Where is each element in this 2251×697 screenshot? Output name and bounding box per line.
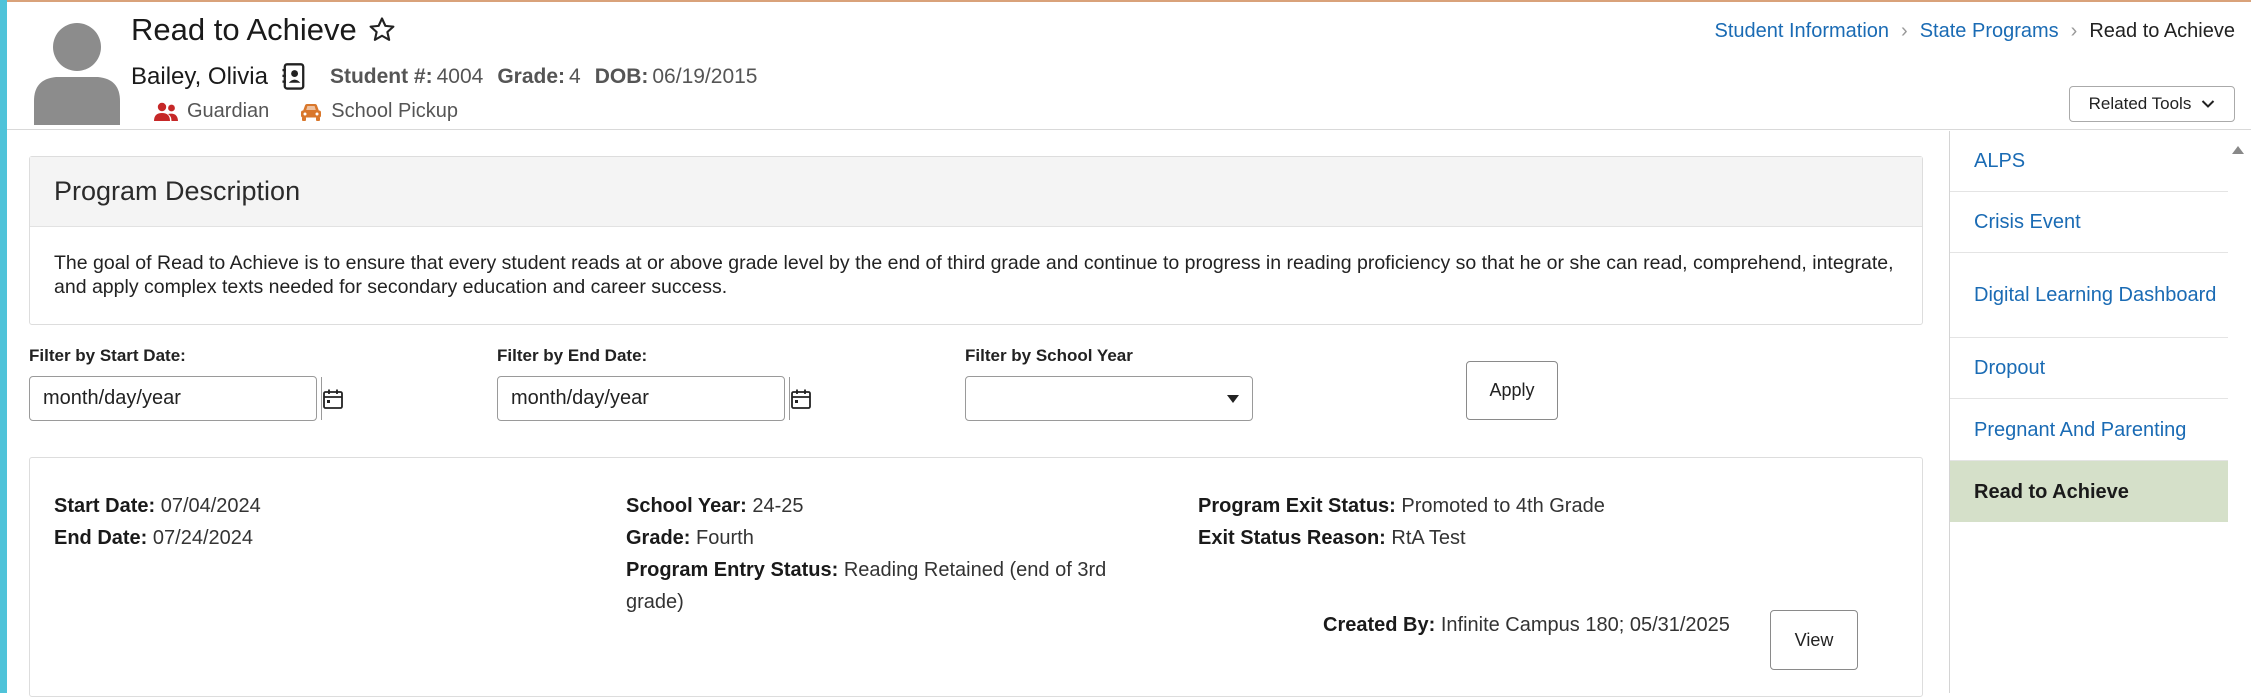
page-header: Read to Achieve Bailey, Olivia Student #… xyxy=(7,2,2251,130)
program-record-card: Start Date: 07/04/2024 End Date: 07/24/2… xyxy=(29,457,1923,697)
guardian-label: Guardian xyxy=(187,100,270,122)
student-dob: DOB: 06/19/2015 xyxy=(594,65,758,88)
school-pickup-label: School Pickup xyxy=(331,100,459,122)
school-year-select[interactable] xyxy=(965,376,1253,421)
student-links-row: Guardian School Pickup xyxy=(153,100,488,123)
start-date-calendar-button[interactable] xyxy=(321,377,344,420)
student-info-row: Bailey, Olivia Student #: 4004 Grade: 4 DO… xyxy=(131,62,757,92)
guardian-link[interactable]: Guardian xyxy=(153,100,269,123)
calendar-icon xyxy=(791,389,811,409)
related-tools-label: Related Tools xyxy=(2088,94,2192,113)
related-tools-button[interactable]: Related Tools xyxy=(2069,86,2235,122)
left-accent-bar xyxy=(0,0,7,693)
program-description-panel: Program Description The goal of Read to … xyxy=(29,156,1923,325)
main-content: Program Description The goal of Read to … xyxy=(7,131,1949,697)
sidebar-item-crisis-event[interactable]: Crisis Event xyxy=(1950,192,2228,253)
sidebar-item-dropout[interactable]: Dropout xyxy=(1950,338,2228,399)
record-school-year: School Year: 24-25 xyxy=(626,495,804,517)
view-button[interactable]: View xyxy=(1770,610,1858,670)
start-date-label: Filter by Start Date: xyxy=(29,346,186,365)
school-pickup-link[interactable]: School Pickup xyxy=(299,100,458,123)
end-date-label: Filter by End Date: xyxy=(497,346,648,365)
breadcrumb: Student Information › State Programs › R… xyxy=(1714,20,2235,43)
end-date-calendar-button[interactable] xyxy=(789,377,812,420)
record-program-column: School Year: 24-25 Grade: Fourth Program… xyxy=(626,490,1146,618)
school-year-label: Filter by School Year xyxy=(965,346,1133,365)
start-date-filter: Filter by Start Date: xyxy=(29,346,343,421)
record-dates-column: Start Date: 07/04/2024 End Date: 07/24/2… xyxy=(54,490,261,554)
start-date-input[interactable] xyxy=(30,377,321,420)
program-description-body: The goal of Read to Achieve is to ensure… xyxy=(54,252,1894,298)
student-name: Bailey, Olivia xyxy=(131,63,268,90)
student-number: Student #: 4004 xyxy=(329,65,484,88)
guardian-icon xyxy=(154,102,178,121)
breadcrumb-student-information[interactable]: Student Information xyxy=(1714,20,1889,43)
car-icon xyxy=(301,103,322,121)
breadcrumb-chevron-icon: › xyxy=(2070,20,2078,42)
page-title: Read to Achieve xyxy=(131,12,357,47)
sidebar-item-digital-learning-dashboard[interactable]: Digital Learning Dashboard xyxy=(1950,253,2228,338)
breadcrumb-current: Read to Achieve xyxy=(2089,20,2235,42)
sidebar-item-pregnant-and-parenting[interactable]: Pregnant And Parenting xyxy=(1950,399,2228,461)
record-start-date: Start Date: 07/04/2024 xyxy=(54,495,261,517)
start-date-box xyxy=(29,376,343,421)
record-grade: Grade: Fourth xyxy=(626,527,754,549)
student-grade: Grade: 4 xyxy=(497,65,581,88)
star-icon[interactable] xyxy=(367,15,397,45)
record-end-date: End Date: 07/24/2024 xyxy=(54,527,254,549)
title-row: Read to Achieve xyxy=(131,12,397,48)
sidebar-item-alps[interactable]: ALPS xyxy=(1950,131,2228,192)
chevron-down-icon xyxy=(2202,100,2215,108)
record-exit-reason: Exit Status Reason: RtA Test xyxy=(1198,527,1466,549)
calendar-icon xyxy=(323,389,343,409)
filters-bar: Filter by Start Date: Filter by End Date… xyxy=(29,346,1929,436)
record-created-by: Created By: Infinite Campus 180; 05/31/2… xyxy=(1323,614,1730,636)
school-year-filter: Filter by School Year xyxy=(965,346,1253,421)
record-exit-status: Program Exit Status: Promoted to 4th Gra… xyxy=(1198,495,1605,517)
programs-sidebar: ALPS Crisis Event Digital Learning Dashb… xyxy=(1949,131,2251,693)
student-avatar-icon xyxy=(34,23,120,125)
record-entry-status: Program Entry Status: Reading Retained (… xyxy=(626,559,1107,613)
end-date-box xyxy=(497,376,811,421)
end-date-input[interactable] xyxy=(498,377,789,420)
caret-down-icon xyxy=(1227,395,1239,403)
end-date-filter: Filter by End Date: xyxy=(497,346,811,421)
contact-card-icon[interactable] xyxy=(280,62,308,92)
program-description-title: Program Description xyxy=(30,157,1922,227)
breadcrumb-chevron-icon: › xyxy=(1901,20,1908,42)
breadcrumb-state-programs[interactable]: State Programs xyxy=(1920,20,2059,43)
sidebar-item-read-to-achieve[interactable]: Read to Achieve xyxy=(1950,461,2228,522)
scroll-up-arrow-icon[interactable] xyxy=(2231,143,2245,157)
record-exit-column: Program Exit Status: Promoted to 4th Gra… xyxy=(1198,490,1605,554)
apply-button[interactable]: Apply xyxy=(1466,361,1558,420)
